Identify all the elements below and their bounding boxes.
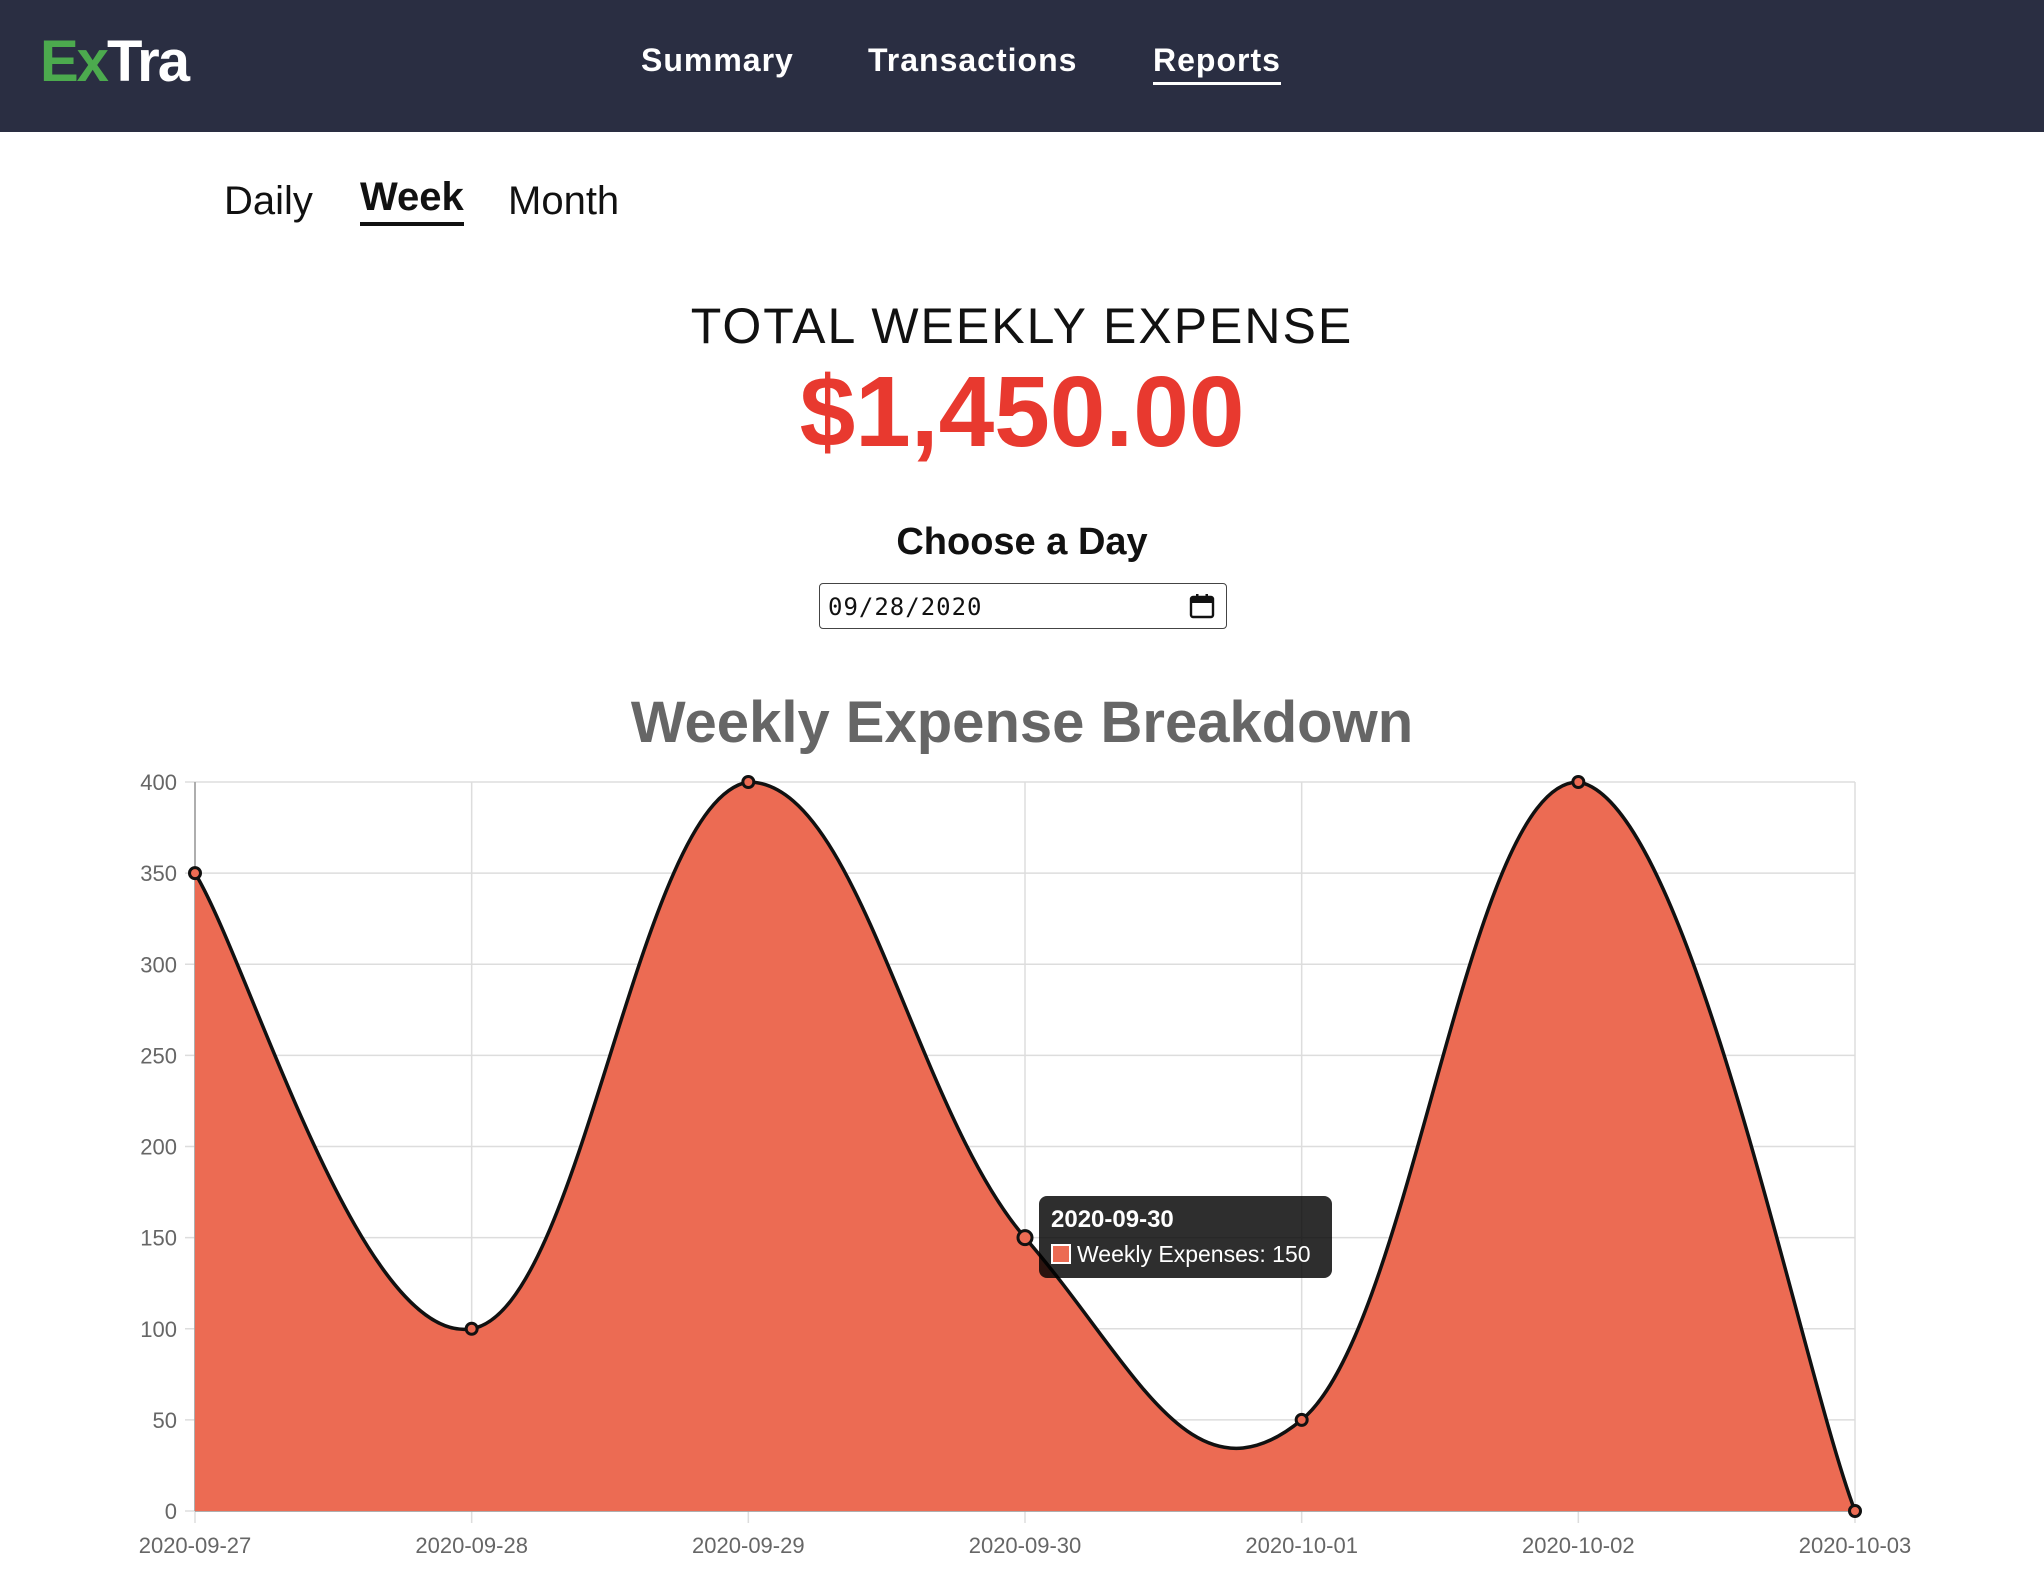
- data-point: [464, 1321, 479, 1336]
- x-tick-label: 2020-09-30: [969, 1533, 1082, 1558]
- y-tick-label: 350: [140, 861, 177, 886]
- data-point: [1016, 1229, 1034, 1247]
- y-tick-label: 200: [140, 1135, 177, 1160]
- x-tick-label: 2020-10-01: [1245, 1533, 1358, 1558]
- tooltip-title: 2020-09-30: [1051, 1206, 1174, 1233]
- y-tick-label: 50: [153, 1408, 177, 1433]
- y-tick-label: 100: [140, 1317, 177, 1342]
- data-point: [188, 866, 202, 881]
- data-point: [1294, 1412, 1309, 1427]
- data-point: [1571, 775, 1586, 789]
- tooltip-row: Weekly Expenses: 150: [1051, 1236, 1320, 1272]
- x-tick-label: 2020-10-03: [1799, 1533, 1912, 1558]
- data-point: [1848, 1504, 1862, 1518]
- data-point: [741, 775, 756, 789]
- chart-tooltip: 2020-09-30 Weekly Expenses: 150: [1039, 1196, 1332, 1278]
- x-tick-label: 2020-09-29: [692, 1533, 805, 1558]
- y-tick-label: 0: [165, 1499, 177, 1524]
- y-tick-label: 300: [140, 952, 177, 977]
- x-tick-label: 2020-10-02: [1522, 1533, 1635, 1558]
- tooltip-swatch: [1051, 1244, 1071, 1264]
- y-tick-label: 150: [140, 1226, 177, 1251]
- y-tick-label: 400: [140, 770, 177, 795]
- weekly-expense-chart: 0 50 100 150 200 250 300 350 400 2020-09-27 2020-0…: [139, 770, 1912, 1558]
- y-tick-label: 250: [140, 1043, 177, 1068]
- tooltip-text: Weekly Expenses: 150: [1077, 1241, 1311, 1267]
- x-tick-label: 2020-09-28: [415, 1533, 528, 1558]
- x-tick-label: 2020-09-27: [139, 1533, 252, 1558]
